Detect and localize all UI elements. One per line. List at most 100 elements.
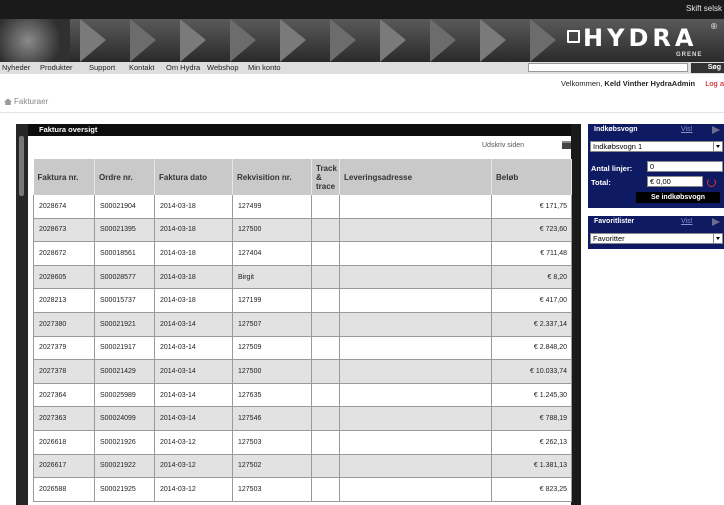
cell-invoice-date: 2014-03-12	[154, 430, 233, 455]
cart-header: Indkøbsvogn Vis!	[588, 124, 724, 136]
logout-link[interactable]: Log a	[705, 79, 724, 88]
cell-invoice-number[interactable]: 2027364	[33, 383, 95, 408]
home-icon[interactable]	[4, 98, 12, 106]
cart-select[interactable]: Indkøbsvogn 1	[590, 141, 723, 152]
content-scrollbar[interactable]	[16, 124, 28, 505]
cell-order-number: S00021922	[94, 454, 155, 479]
nav-item-about[interactable]: Om Hydra	[166, 63, 200, 72]
cell-invoice-number[interactable]: 2028674	[33, 195, 95, 219]
cell-track-trace	[311, 430, 340, 455]
col-delivery-address[interactable]: Leveringsadresse	[339, 159, 492, 195]
table-row[interactable]: 2026617 S00021922 2014-03-12 127502 € 1.381,…	[33, 454, 572, 479]
cart-arrow-icon[interactable]	[712, 126, 720, 134]
cell-invoice-number[interactable]: 2028213	[33, 288, 95, 313]
cell-invoice-number[interactable]: 2026617	[33, 454, 95, 479]
cell-order-number: S00028577	[94, 265, 155, 290]
favorites-arrow-icon[interactable]	[712, 218, 720, 226]
cell-invoice-number[interactable]: 2027363	[33, 406, 95, 431]
cell-amount: € 823,25	[491, 477, 572, 502]
cell-invoice-number[interactable]: 2027379	[33, 336, 95, 361]
cell-invoice-number[interactable]: 2027380	[33, 312, 95, 337]
hydra-logo-icon	[567, 30, 580, 43]
table-row[interactable]: 2027380 S00021921 2014-03-14 127507 € 2.337,…	[33, 312, 572, 337]
cell-track-trace	[311, 383, 340, 408]
favorites-show-link[interactable]: Vis!	[681, 216, 693, 228]
refresh-icon[interactable]	[707, 178, 716, 187]
nav-item-support[interactable]: Support	[89, 63, 115, 72]
nav-item-news[interactable]: Nyheder	[2, 63, 30, 72]
table-row[interactable]: 2027363 S00024099 2014-03-14 127546 € 788,19	[33, 406, 572, 431]
chevron-decoration	[430, 19, 456, 62]
registered-mark: ®	[711, 22, 717, 31]
nav-item-my-account[interactable]: Min konto	[248, 63, 281, 72]
cell-track-trace	[311, 312, 340, 337]
search-button[interactable]: Søg	[691, 63, 724, 73]
nav-item-products[interactable]: Produkter	[40, 63, 73, 72]
cell-invoice-date: 2014-03-18	[154, 288, 233, 313]
col-requisition-number[interactable]: Rekvisition nr.	[232, 159, 312, 195]
cell-amount: € 2.848,20	[491, 336, 572, 361]
chevron-down-icon[interactable]	[713, 142, 722, 151]
nav-item-contact[interactable]: Kontakt	[129, 63, 154, 72]
cell-order-number: S00024099	[94, 406, 155, 431]
search-input[interactable]	[528, 63, 688, 72]
table-row[interactable]: 2028672 S00018561 2014-03-18 127404 € 711,48	[33, 241, 572, 266]
cart-select-value: Indkøbsvogn 1	[593, 142, 643, 151]
cell-track-trace	[311, 195, 340, 219]
cell-requisition-number: 127503	[232, 477, 312, 502]
cell-invoice-number[interactable]: 2027378	[33, 359, 95, 384]
chevron-down-icon[interactable]	[713, 234, 722, 243]
divider	[0, 112, 724, 113]
cell-invoice-number[interactable]: 2028605	[33, 265, 95, 290]
cell-invoice-date: 2014-03-18	[154, 241, 233, 266]
cell-invoice-number[interactable]: 2026588	[33, 477, 95, 502]
chevron-decoration	[330, 19, 356, 62]
see-cart-button[interactable]: Se indkøbsvogn	[636, 192, 720, 203]
nav-item-webshop[interactable]: Webshop	[207, 63, 239, 72]
cell-delivery-address	[339, 430, 492, 455]
chevron-decoration	[530, 19, 556, 62]
col-amount[interactable]: Beløb	[491, 159, 572, 195]
cell-invoice-number[interactable]: 2028673	[33, 218, 95, 243]
chevron-decoration	[180, 19, 206, 62]
table-row[interactable]: 2028605 S00028577 2014-03-18 Birgit € 8,20	[33, 265, 572, 290]
table-row[interactable]: 2027364 S00025989 2014-03-14 127635 € 1.245,…	[33, 383, 572, 408]
cell-invoice-date: 2014-03-14	[154, 312, 233, 337]
printer-icon[interactable]	[562, 141, 571, 149]
print-page-link[interactable]: Udskriv siden	[482, 142, 524, 149]
welcome-prefix: Velkommen,	[561, 79, 603, 88]
table-row[interactable]: 2028673 S00021395 2014-03-18 127500 € 723,60	[33, 218, 572, 243]
table-row[interactable]: 2028674 S00021904 2014-03-18 127499 € 171,75	[33, 195, 572, 219]
scrollbar-thumb[interactable]	[19, 136, 24, 196]
table-row[interactable]: 2028213 S00015737 2014-03-18 127199 € 417,00	[33, 288, 572, 313]
cart-show-link[interactable]: Vis!	[681, 124, 693, 136]
cell-delivery-address	[339, 218, 492, 243]
col-track-trace[interactable]: Track & trace	[311, 159, 340, 195]
cell-track-trace	[311, 218, 340, 243]
table-row[interactable]: 2027378 S00021429 2014-03-14 127500 € 10.033…	[33, 359, 572, 384]
cell-invoice-date: 2014-03-14	[154, 359, 233, 384]
cell-delivery-address	[339, 336, 492, 361]
brand-name[interactable]: HYDRA	[583, 24, 697, 52]
cell-invoice-date: 2014-03-14	[154, 336, 233, 361]
cell-requisition-number: 127509	[232, 336, 312, 361]
cell-order-number: S00018561	[94, 241, 155, 266]
cell-amount: € 417,00	[491, 288, 572, 313]
cell-invoice-number[interactable]: 2026618	[33, 430, 95, 455]
table-row[interactable]: 2026618 S00021926 2014-03-12 127503 € 262,13	[33, 430, 572, 455]
cell-track-trace	[311, 241, 340, 266]
cell-invoice-number[interactable]: 2028672	[33, 241, 95, 266]
col-invoice-date[interactable]: Faktura dato	[154, 159, 233, 195]
chevron-decoration	[130, 19, 156, 62]
cell-delivery-address	[339, 454, 492, 479]
col-order-number[interactable]: Ordre nr.	[94, 159, 155, 195]
cart-total-value: € 0,00	[650, 177, 671, 186]
favorites-select-value: Favoritter	[593, 234, 625, 243]
cell-order-number: S00021921	[94, 312, 155, 337]
change-company-link[interactable]: Skift selsk	[686, 4, 722, 13]
cell-amount: € 723,60	[491, 218, 572, 243]
table-row[interactable]: 2026588 S00021925 2014-03-12 127503 € 823,25	[33, 477, 572, 502]
favorites-select[interactable]: Favoritter	[590, 233, 723, 244]
table-row[interactable]: 2027379 S00021917 2014-03-14 127509 € 2.848,…	[33, 336, 572, 361]
col-invoice-number[interactable]: Faktura nr.	[33, 159, 95, 195]
